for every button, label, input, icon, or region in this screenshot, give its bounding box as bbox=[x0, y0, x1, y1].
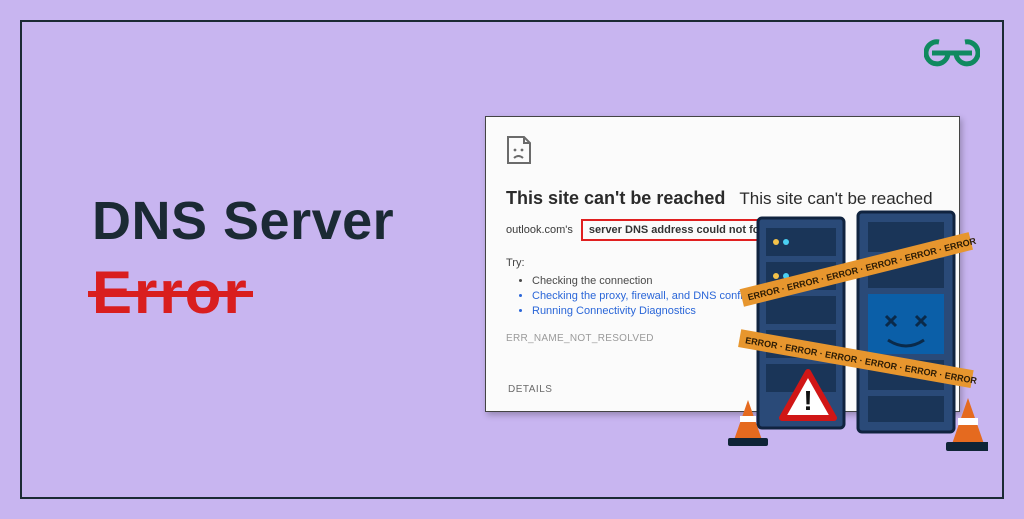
error-heading-bold: This site can't be reached bbox=[506, 188, 725, 209]
error-domain-prefix: outlook.com's bbox=[506, 224, 573, 236]
geeksforgeeks-logo bbox=[924, 36, 980, 70]
svg-text:!: ! bbox=[803, 385, 812, 416]
page-title: DNS Server Error bbox=[92, 190, 394, 327]
error-heading-plain: This site can't be reached bbox=[739, 189, 932, 209]
title-line2-strikethrough: Error bbox=[92, 258, 249, 327]
sad-page-icon bbox=[506, 135, 532, 165]
server-error-illustration: ERROR · ERROR · ERROR · ERROR · ERROR · … bbox=[728, 208, 988, 458]
details-link[interactable]: DETAILS bbox=[508, 384, 552, 395]
title-line1: DNS Server bbox=[92, 190, 394, 252]
